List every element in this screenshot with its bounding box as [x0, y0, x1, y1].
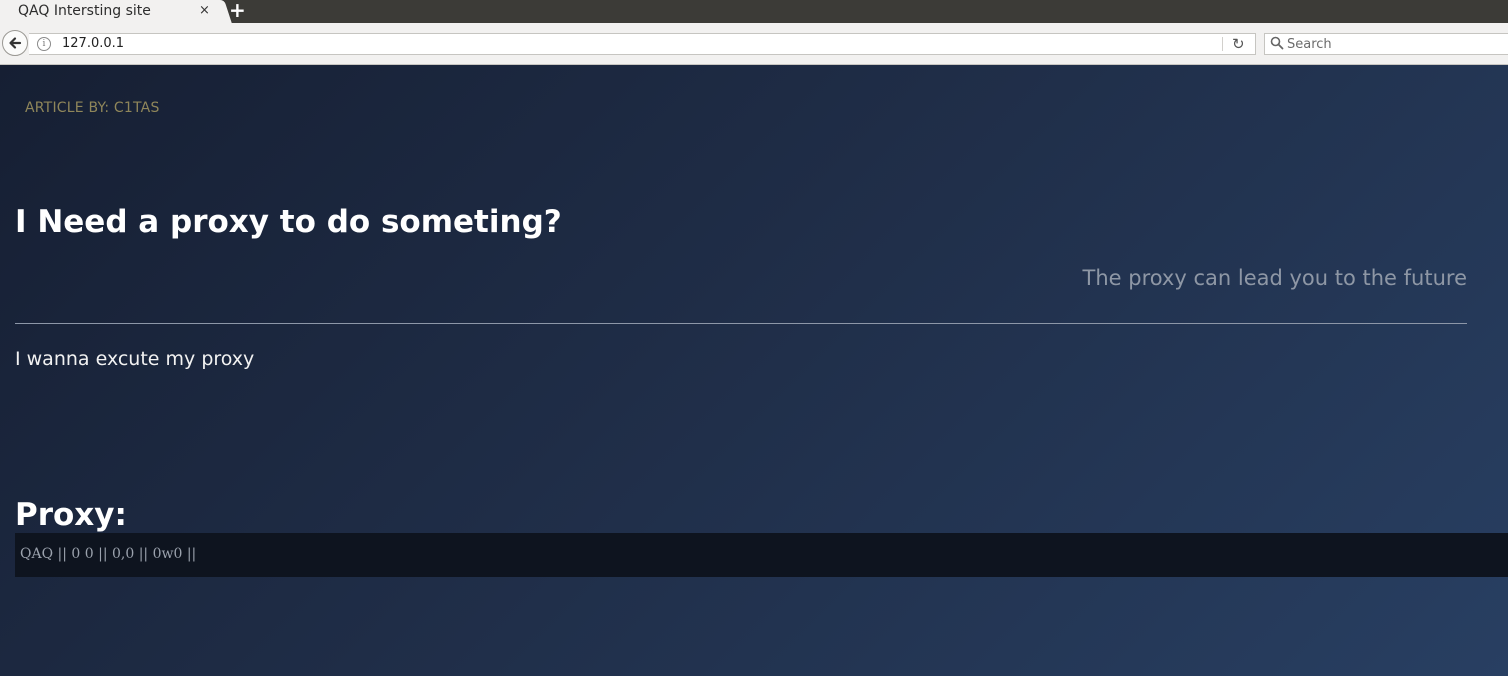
back-arrow-icon — [9, 37, 22, 49]
page-content: ARTICLE BY: C1TAS I Need a proxy to do s… — [0, 65, 1508, 676]
tab-title: QAQ Intersting site — [18, 3, 151, 19]
proxy-output-box: QAQ || 0 0 || 0,0 || 0w0 || — [15, 533, 1508, 577]
url-text[interactable]: 127.0.0.1 — [62, 36, 124, 52]
search-input[interactable] — [1287, 35, 1487, 53]
url-separator — [1222, 37, 1223, 51]
proxy-output-text: QAQ || 0 0 || 0,0 || 0w0 || — [20, 546, 197, 562]
tab-bar: QAQ Intersting site × + — [0, 0, 1508, 23]
back-button[interactable] — [2, 30, 28, 56]
reload-icon[interactable]: ↻ — [1232, 35, 1245, 53]
page-title: I Need a proxy to do someting? — [15, 204, 562, 240]
search-bar[interactable] — [1264, 33, 1508, 55]
active-tab[interactable]: QAQ Intersting site × — [0, 0, 222, 23]
article-author: ARTICLE BY: C1TAS — [25, 100, 160, 116]
proxy-heading: Proxy: — [15, 497, 127, 533]
new-tab-button[interactable]: + — [229, 0, 246, 21]
address-bar[interactable]: i 127.0.0.1 ↻ — [29, 33, 1256, 55]
search-icon — [1270, 36, 1284, 50]
info-icon[interactable]: i — [37, 37, 51, 51]
divider — [15, 323, 1467, 324]
close-tab-icon[interactable]: × — [199, 2, 210, 20]
navigation-bar: i 127.0.0.1 ↻ — [0, 23, 1508, 65]
page-subtitle: The proxy can lead you to the future — [1082, 266, 1468, 290]
intro-text: I wanna excute my proxy — [15, 348, 255, 370]
